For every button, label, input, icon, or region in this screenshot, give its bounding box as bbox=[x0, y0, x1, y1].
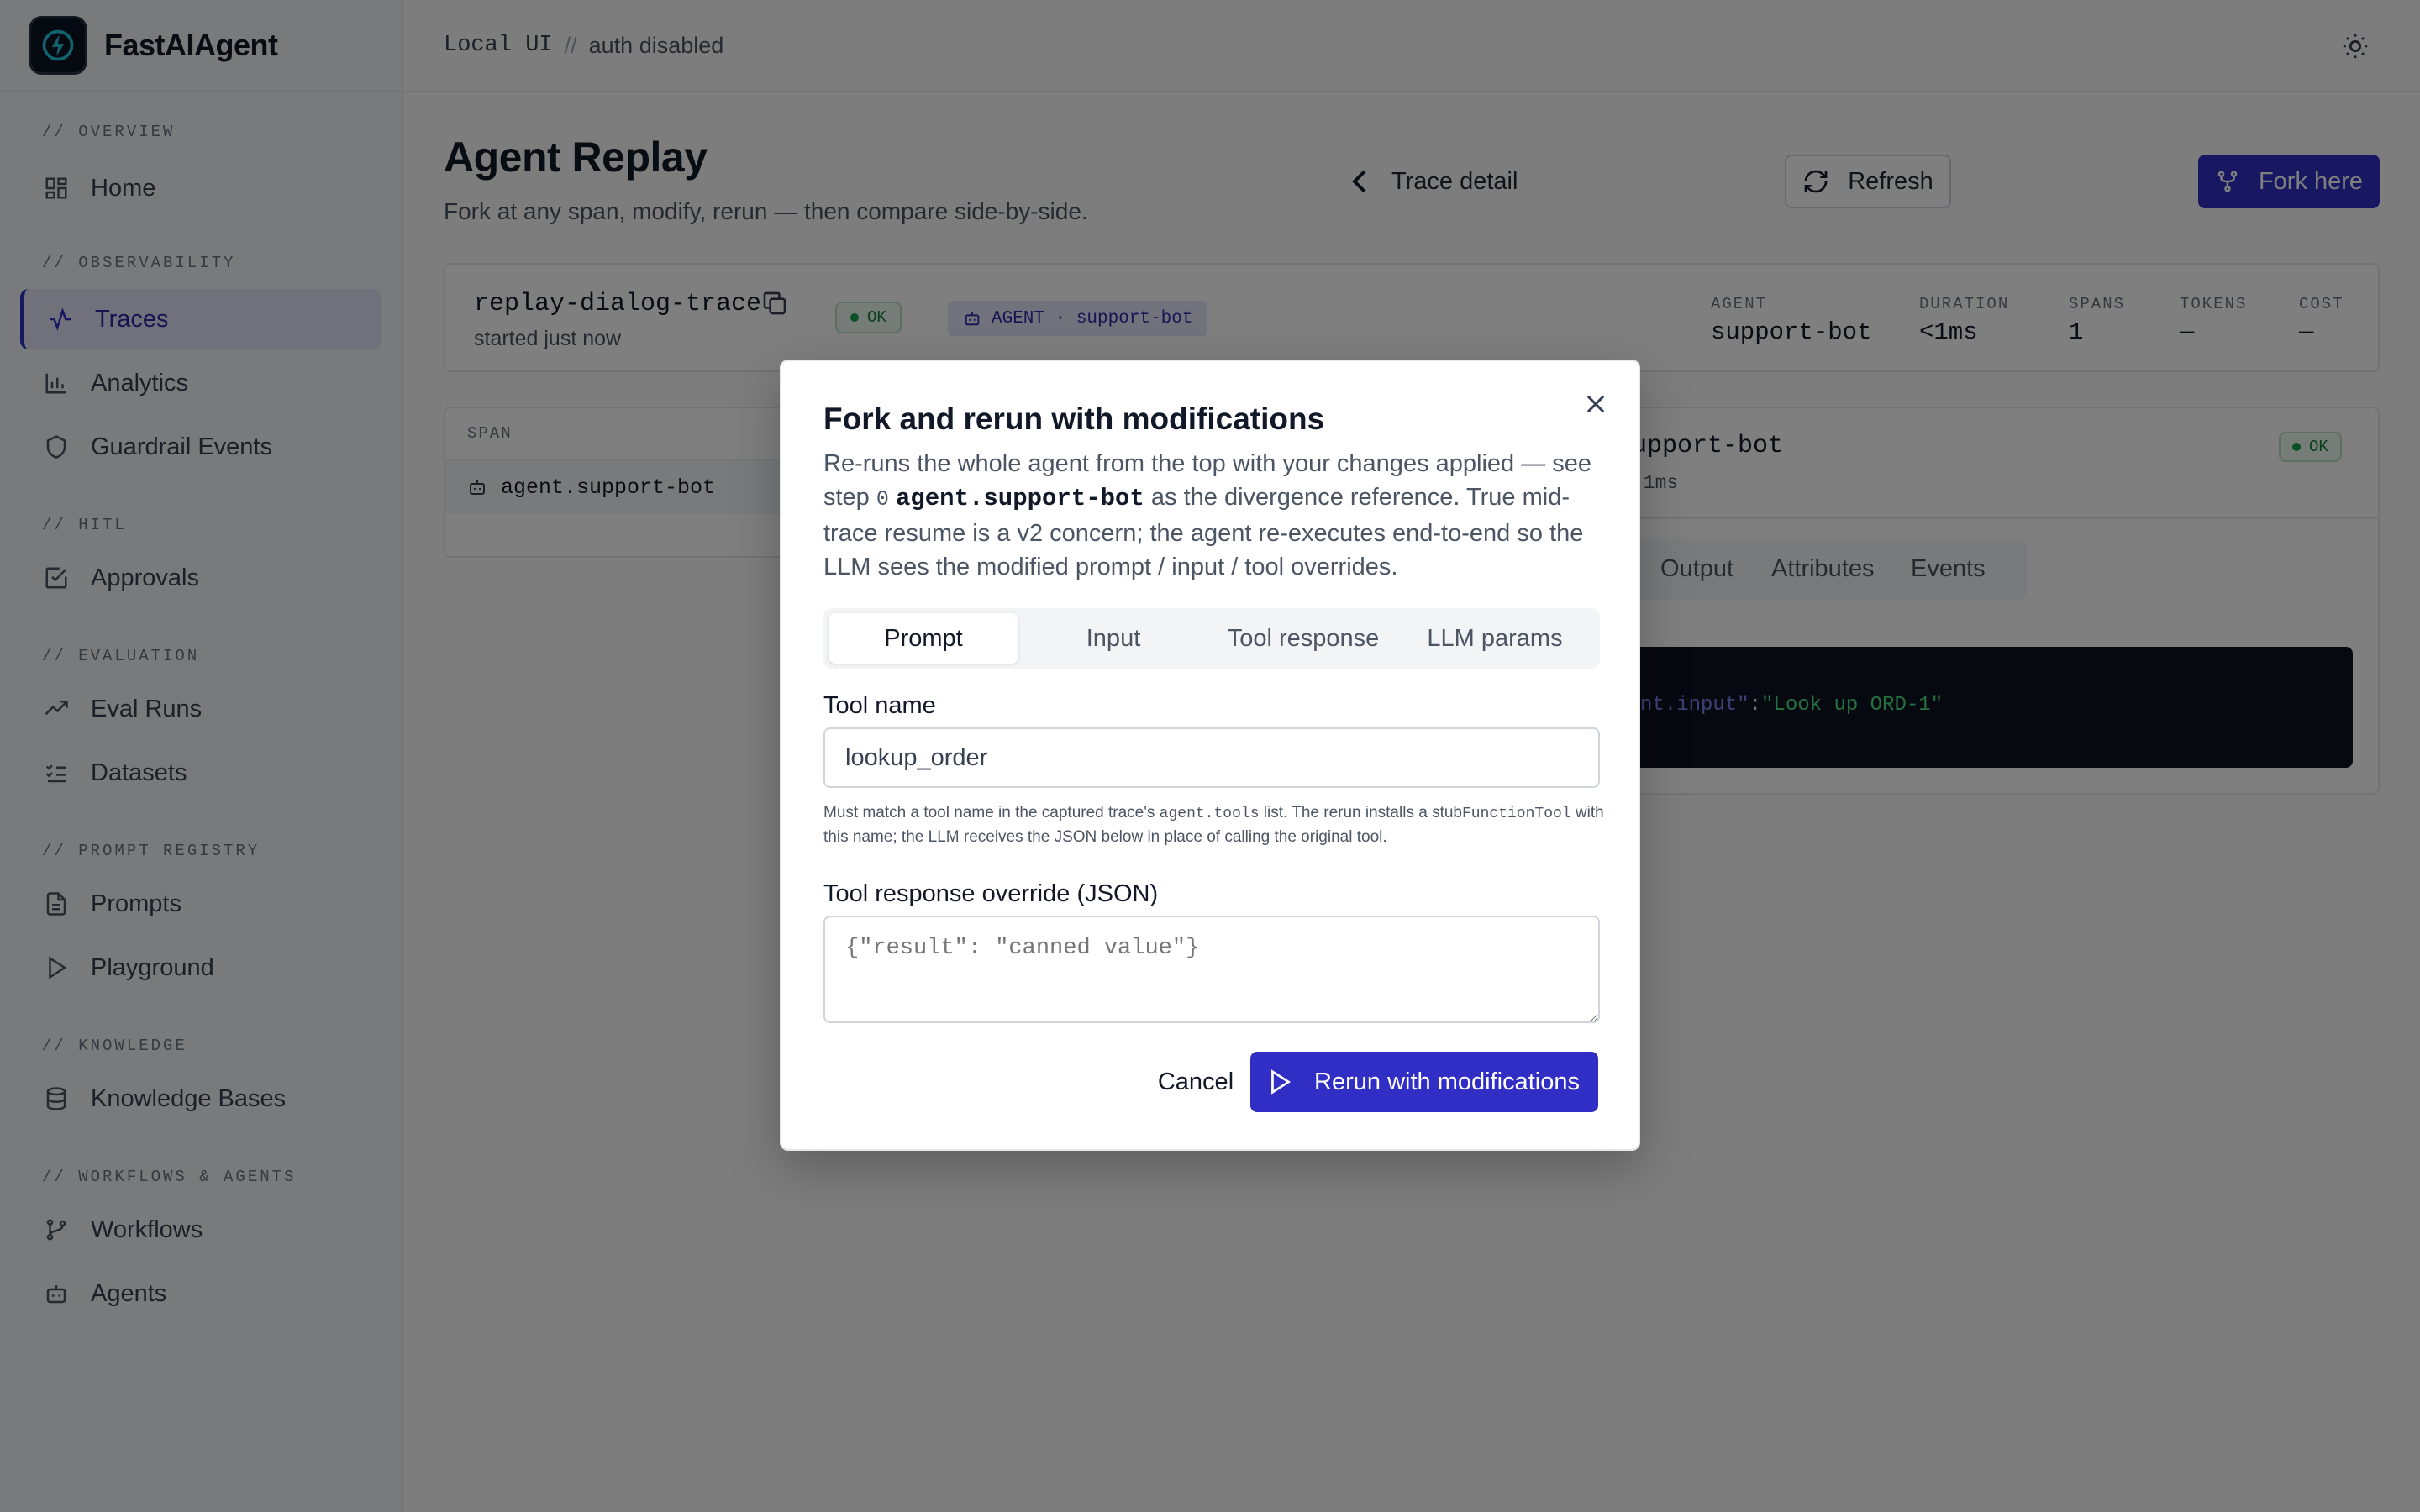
desc-step: 0 bbox=[876, 487, 889, 512]
desc-agent: agent.support-bot bbox=[895, 485, 1144, 512]
play-icon bbox=[1269, 1069, 1292, 1095]
tool-name-input[interactable] bbox=[823, 727, 1600, 788]
override-label: Tool response override (JSON) bbox=[823, 880, 1159, 907]
modal-tab-bar: Prompt Input Tool response LLM params bbox=[823, 608, 1600, 669]
help-text-2: list. The rerun installs a stub bbox=[1263, 804, 1462, 822]
tool-name-help: Must match a tool name in the captured t… bbox=[823, 801, 1605, 849]
cancel-button[interactable]: Cancel bbox=[1128, 1052, 1264, 1112]
tab-prompt[interactable]: Prompt bbox=[829, 613, 1018, 664]
rerun-label: Rerun with modifications bbox=[1314, 1068, 1580, 1095]
close-icon[interactable] bbox=[1581, 390, 1610, 418]
fork-modal: Fork and rerun with modifications Re-run… bbox=[780, 360, 1640, 1151]
rerun-button[interactable]: Rerun with modifications bbox=[1250, 1052, 1598, 1112]
tab-tool-response[interactable]: Tool response bbox=[1208, 613, 1398, 664]
modal-title: Fork and rerun with modifications bbox=[823, 402, 1325, 436]
help-code-2: FunctionTool bbox=[1461, 806, 1571, 822]
tab-input[interactable]: Input bbox=[1018, 613, 1208, 664]
help-code-1: agent.tools bbox=[1159, 806, 1260, 822]
tab-llm-params[interactable]: LLM params bbox=[1400, 613, 1590, 664]
help-text-1: Must match a tool name in the captured t… bbox=[823, 804, 1155, 822]
tool-name-label: Tool name bbox=[823, 692, 936, 719]
modal-description: Re-runs the whole agent from the top wit… bbox=[823, 447, 1613, 584]
override-json-textarea[interactable] bbox=[823, 916, 1600, 1023]
